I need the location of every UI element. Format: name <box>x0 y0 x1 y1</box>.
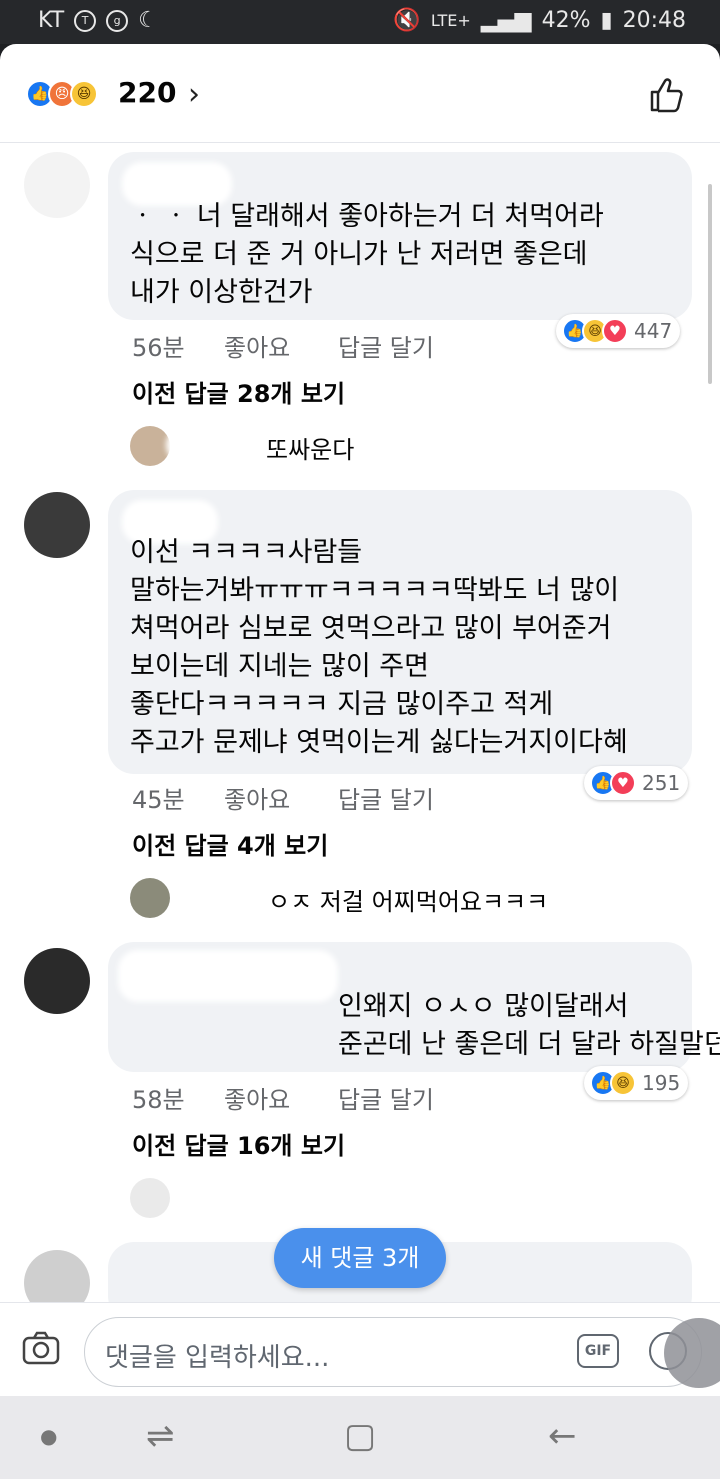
comment-time: 56분 <box>132 334 185 362</box>
reaction-badge-count: 195 <box>642 1071 681 1095</box>
comments-sheet: 👍 😠 😆 220 › ㆍ ㆍ 너 달래해서 좋아하는거 더 처먹어라 식으로 … <box>0 44 720 1396</box>
system-nav-bar: ● ⇌ ▢ ← <box>0 1396 720 1479</box>
moon-icon: ☾ <box>138 8 158 33</box>
camera-icon[interactable] <box>22 1331 60 1365</box>
like-link[interactable]: 좋아요 <box>224 328 290 363</box>
reply-avatar[interactable] <box>130 1178 170 1218</box>
reaction-icons: 👍 😠 😆 <box>26 80 98 108</box>
battery-icon: ▮ <box>600 8 613 33</box>
view-previous-replies[interactable]: 이전 답글 28개 보기 <box>132 374 345 409</box>
dot-icon[interactable]: ● <box>40 1424 57 1448</box>
status-bar: KT T g ☾ 🔇 LTE+ ▂▄▆ 42% ▮ 20:48 <box>0 0 720 44</box>
comment-input[interactable]: 댓글을 입력하세요... GIF <box>84 1317 702 1387</box>
reply-link[interactable]: 답글 달기 <box>338 1080 434 1115</box>
reactions-header[interactable]: 👍 😠 😆 220 › <box>0 44 720 143</box>
like-button-icon[interactable] <box>646 74 686 114</box>
home-icon[interactable]: ▢ <box>344 1416 376 1456</box>
comment-bubble[interactable]: ㆍ ㆍ 너 달래해서 좋아하는거 더 처먹어라 식으로 더 준 거 아니가 난 … <box>108 152 692 320</box>
battery-label: 42% <box>541 8 591 33</box>
reaction-count: 220 <box>118 76 177 109</box>
reply-avatar[interactable] <box>130 878 170 918</box>
reaction-badge[interactable]: 👍 😆 ♥ 447 <box>556 314 681 348</box>
reply-text: ㅇㅈ 저걸 어찌먹어요ㅋㅋㅋ <box>268 888 549 916</box>
reply-avatar[interactable] <box>130 426 170 466</box>
reply-text: 또싸운다 <box>266 436 355 464</box>
gif-button[interactable]: GIF <box>577 1334 619 1368</box>
signal-icon: ▂▄▆ <box>480 8 532 33</box>
scrollbar[interactable] <box>708 184 712 384</box>
g-app-icon: g <box>106 9 129 32</box>
reply-link[interactable]: 답글 달기 <box>338 780 434 815</box>
view-previous-replies[interactable]: 이전 답글 4개 보기 <box>132 826 328 861</box>
comment-composer: 댓글을 입력하세요... GIF <box>0 1302 720 1396</box>
comment-bubble[interactable]: 인왜지 ㅇㅅㅇ 많이달래서 준곤데 난 좋은데 더 달라 하질말던가 ㅎㅎ <box>108 942 720 1072</box>
love-icon: ♥ <box>602 318 628 344</box>
love-icon: ♥ <box>610 770 636 796</box>
avatar[interactable] <box>24 492 90 558</box>
redacted-name <box>118 950 338 1002</box>
comment-bubble[interactable]: 이선 ㅋㅋㅋㅋ사람들 말하는거봐ㅠㅠㅠㅋㅋㅋㅋㅋ딱봐도 너 많이 쳐먹어라 심보… <box>108 490 692 774</box>
redacted-name <box>166 428 262 462</box>
like-link[interactable]: 좋아요 <box>224 1080 290 1115</box>
comment-time: 58분 <box>132 1086 185 1114</box>
comment-time: 45분 <box>132 786 185 814</box>
recents-icon[interactable]: ⇌ <box>146 1416 175 1456</box>
mute-icon: 🔇 <box>393 8 421 33</box>
reaction-badge[interactable]: 👍 ♥ 251 <box>584 766 689 800</box>
reaction-badge-count: 447 <box>634 319 673 343</box>
reply-link[interactable]: 답글 달기 <box>338 328 434 363</box>
chevron-right-icon[interactable]: › <box>188 77 200 112</box>
carrier-label: KT <box>38 8 65 33</box>
new-comments-button[interactable]: 새 댓글 3개 <box>274 1228 446 1288</box>
comment-text: ㆍ ㆍ 너 달래해서 좋아하는거 더 처먹어라 식으로 더 준 거 아니가 난 … <box>130 201 604 308</box>
redacted-name <box>182 880 268 914</box>
avatar[interactable] <box>24 152 90 218</box>
like-link[interactable]: 좋아요 <box>224 780 290 815</box>
comment-text: 이선 ㅋㅋㅋㅋ사람들 말하는거봐ㅠㅠㅠㅋㅋㅋㅋㅋ딱봐도 너 많이 쳐먹어라 심보… <box>130 537 628 758</box>
haha-icon: 😆 <box>70 80 98 108</box>
avatar[interactable] <box>24 948 90 1014</box>
talk-icon: T <box>74 9 97 32</box>
haha-icon: 😆 <box>610 1070 636 1096</box>
reaction-badge[interactable]: 👍 😆 195 <box>584 1066 689 1100</box>
network-label: LTE+ <box>430 11 471 30</box>
view-previous-replies[interactable]: 이전 답글 16개 보기 <box>132 1126 345 1161</box>
comment-input-placeholder: 댓글을 입력하세요... <box>105 1343 330 1373</box>
comment-text: 인왜지 ㅇㅅㅇ 많이달래서 준곤데 난 좋은데 더 달라 하질말던가 ㅎㅎ <box>338 991 720 1060</box>
clock: 20:48 <box>622 8 686 33</box>
reaction-badge-count: 251 <box>642 771 681 795</box>
back-icon[interactable]: ← <box>548 1416 577 1456</box>
